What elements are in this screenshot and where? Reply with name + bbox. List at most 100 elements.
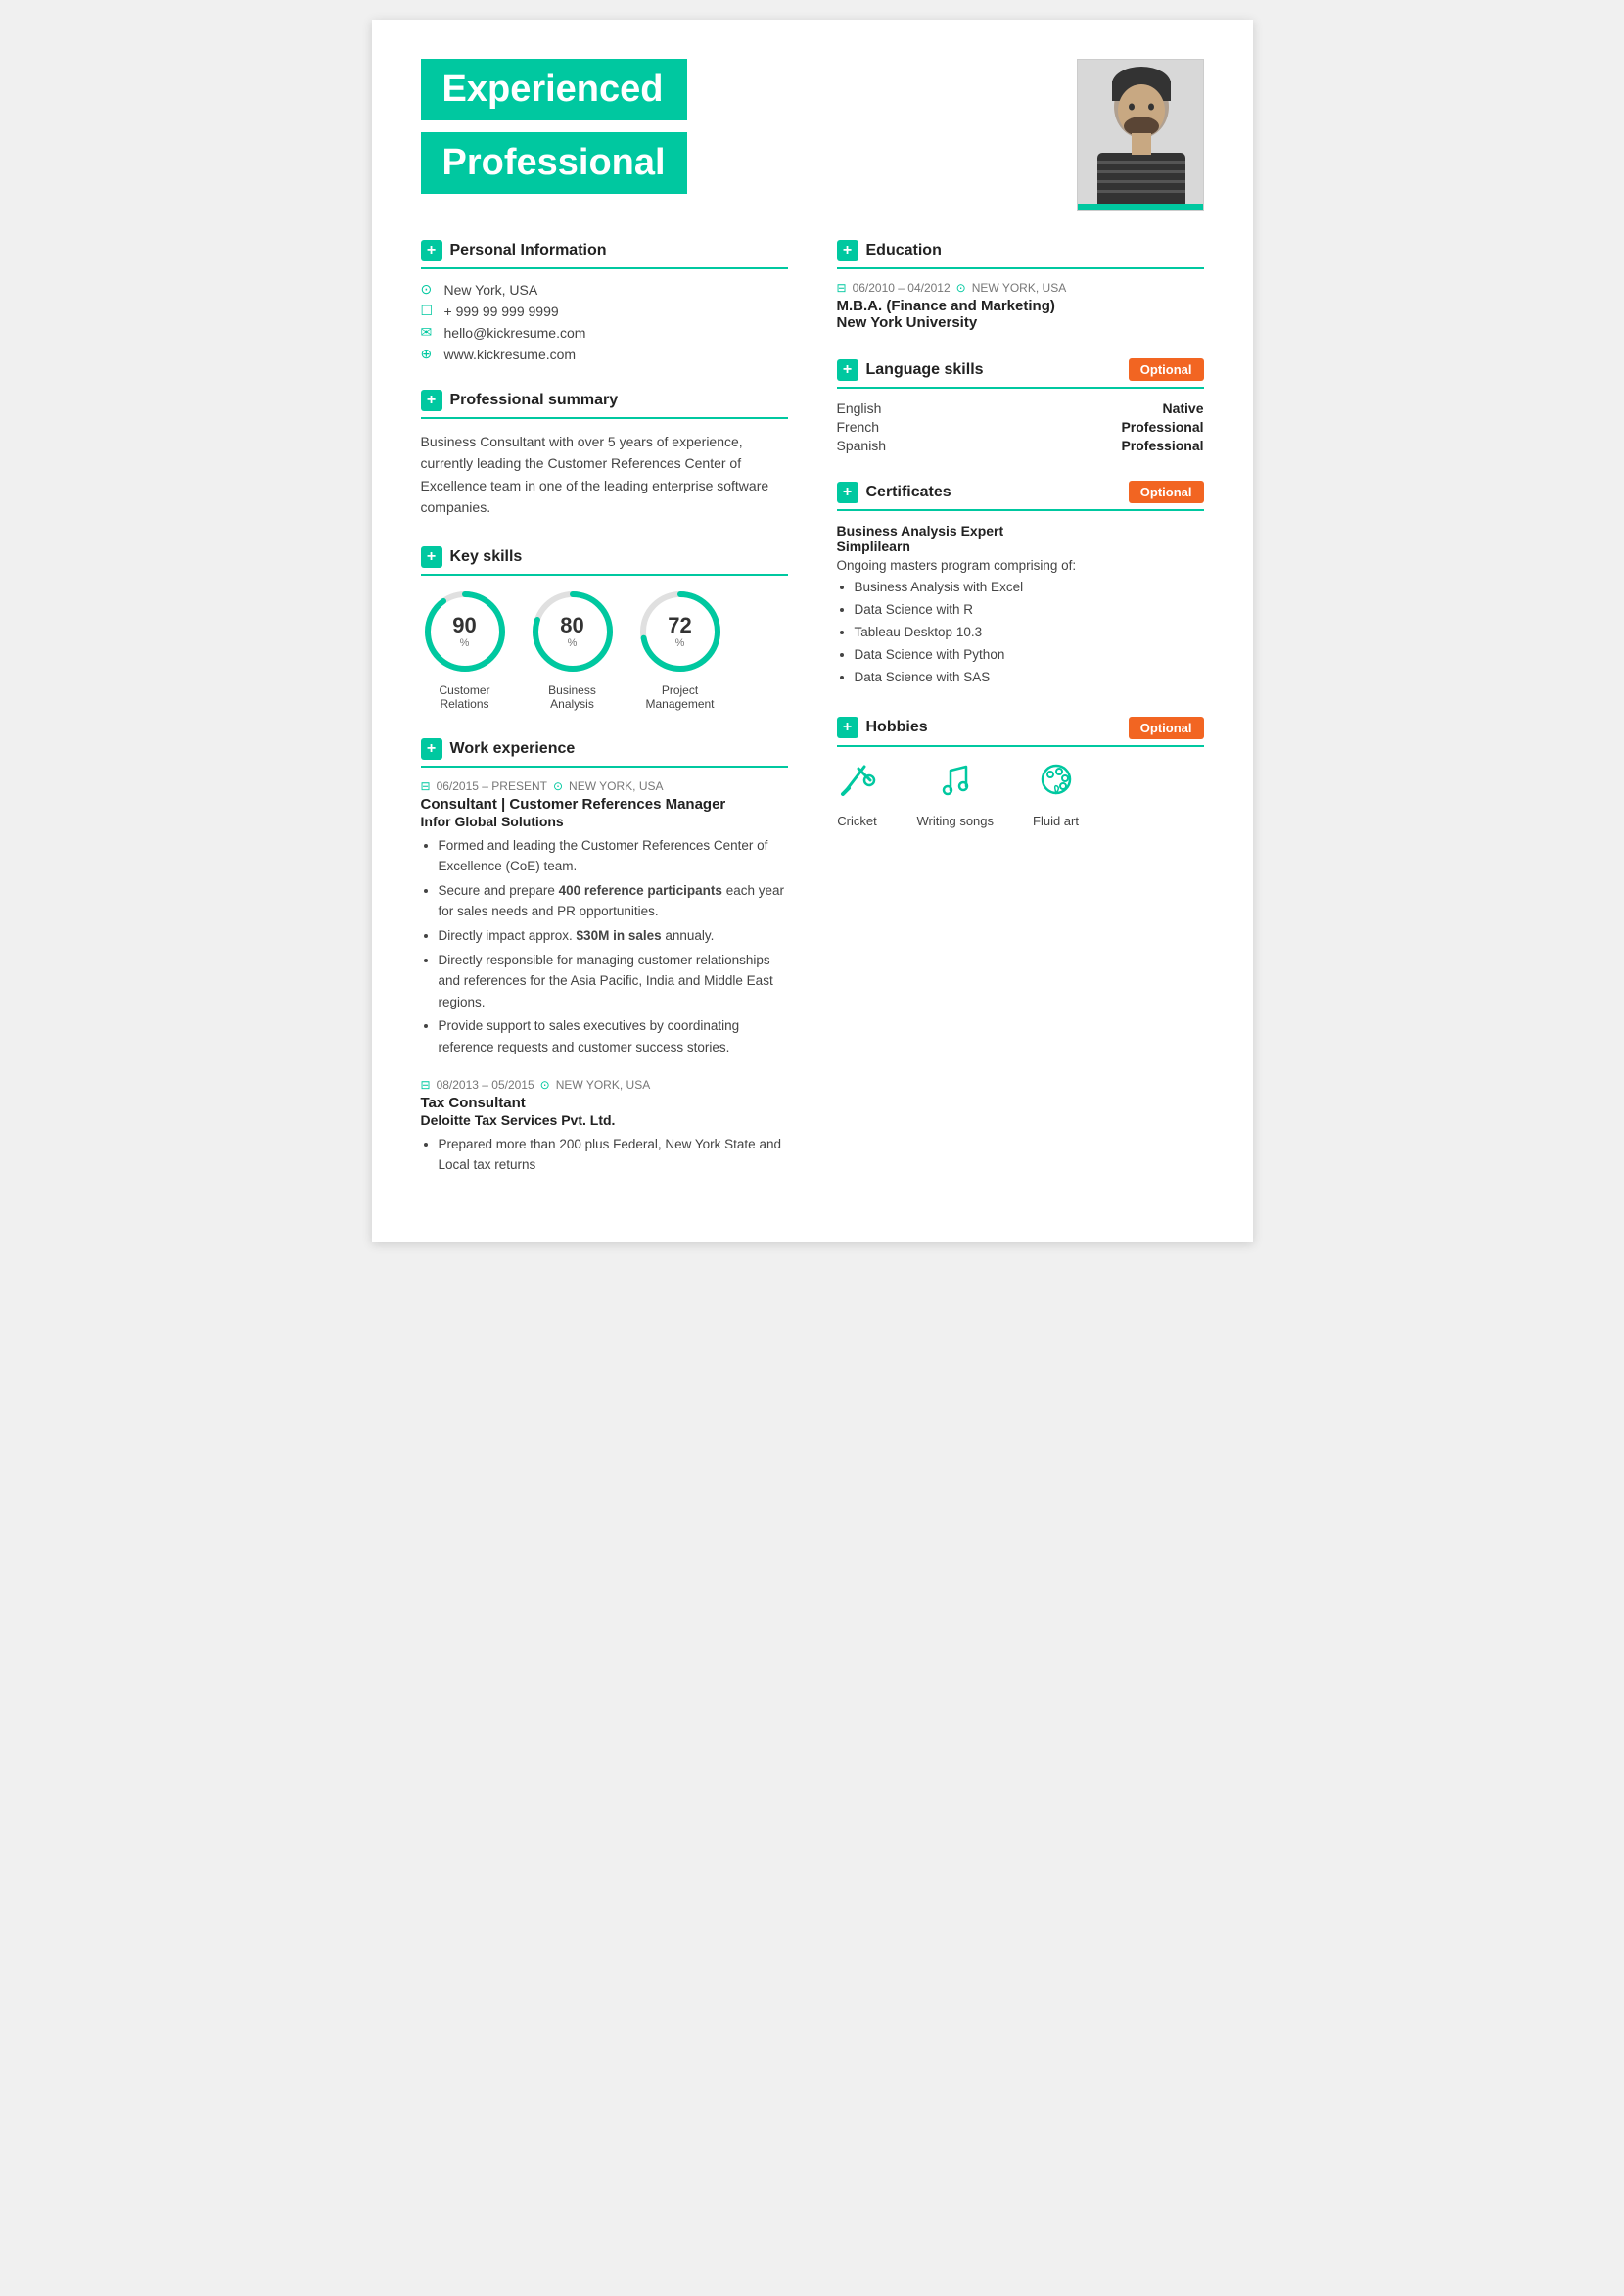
cricket-icon bbox=[837, 759, 878, 806]
job-1-company: Infor Global Solutions bbox=[421, 814, 788, 829]
job-1: ⊟ 06/2015 – PRESENT ⊙ NEW YORK, USA Cons… bbox=[421, 779, 788, 1058]
summary-section: + Professional summary Business Consulta… bbox=[421, 390, 788, 519]
certificates-header-row: + Certificates Optional bbox=[837, 481, 1204, 503]
personal-info-list: ⊙ New York, USA ☐ + 999 99 999 9999 ✉ he… bbox=[421, 281, 788, 362]
bullet-1-2: Secure and prepare 400 reference partici… bbox=[439, 880, 788, 922]
cert-bullet-3: Tableau Desktop 10.3 bbox=[855, 622, 1204, 644]
hobby-cricket: Cricket bbox=[837, 759, 878, 828]
job-1-meta: ⊟ 06/2015 – PRESENT ⊙ NEW YORK, USA bbox=[421, 779, 788, 793]
cert-bullet-4: Data Science with Python bbox=[855, 644, 1204, 667]
hobbies-optional-badge: Optional bbox=[1129, 717, 1204, 739]
bullet-2-1: Prepared more than 200 plus Federal, New… bbox=[439, 1134, 788, 1176]
languages-table: English Native French Professional Spani… bbox=[837, 400, 1204, 453]
skill-item-1: 90 % CustomerRelations bbox=[421, 587, 509, 711]
hobbies-section: + Hobbies Optional bbox=[837, 717, 1204, 828]
edu-meta: ⊟ 06/2010 – 04/2012 ⊙ NEW YORK, USA bbox=[837, 281, 1204, 295]
certificates-header: + Certificates Optional bbox=[837, 481, 1204, 511]
education-title: Education bbox=[866, 242, 942, 259]
job-2-location: NEW YORK, USA bbox=[556, 1078, 650, 1092]
website-icon: ⊕ bbox=[421, 346, 437, 362]
fluid-art-label: Fluid art bbox=[1033, 814, 1079, 828]
bullet-1-1: Formed and leading the Customer Referenc… bbox=[439, 835, 788, 877]
lang-level-2: Professional bbox=[1121, 419, 1203, 435]
phone-text: + 999 99 999 9999 bbox=[444, 304, 559, 319]
phone-item: ☐ + 999 99 999 9999 bbox=[421, 303, 788, 319]
languages-header-row: + Language skills Optional bbox=[837, 358, 1204, 381]
job-1-date: 06/2015 – PRESENT bbox=[437, 779, 547, 793]
skill-label-2: BusinessAnalysis bbox=[548, 683, 596, 711]
edu-location-icon: ⊙ bbox=[956, 281, 966, 295]
education-header: + Education bbox=[837, 240, 1204, 269]
personal-section: + Personal Information ⊙ New York, USA ☐… bbox=[421, 240, 788, 362]
email-text: hello@kickresume.com bbox=[444, 325, 586, 341]
bullet-1-5: Provide support to sales executives by c… bbox=[439, 1015, 788, 1057]
title-line1: Experienced bbox=[442, 69, 664, 110]
languages-header: + Language skills Optional bbox=[837, 358, 1204, 389]
certificates-title: Certificates bbox=[866, 484, 951, 501]
edu-location: NEW YORK, USA bbox=[972, 281, 1066, 295]
title-block-1: Experienced bbox=[421, 59, 687, 120]
skill-value-3: 72 % bbox=[668, 613, 691, 648]
email-item: ✉ hello@kickresume.com bbox=[421, 324, 788, 341]
lang-row-2: French Professional bbox=[837, 419, 1204, 435]
title-line2: Professional bbox=[442, 142, 666, 183]
location-text: New York, USA bbox=[444, 282, 538, 298]
summary-title: Professional summary bbox=[450, 392, 619, 409]
lang-level-1: Native bbox=[1162, 400, 1203, 416]
personal-section-header: + Personal Information bbox=[421, 240, 788, 269]
personal-icon: + bbox=[421, 240, 442, 261]
job-2-bullets: Prepared more than 200 plus Federal, New… bbox=[421, 1134, 788, 1176]
cricket-label: Cricket bbox=[837, 814, 876, 828]
skill-label-1: CustomerRelations bbox=[439, 683, 489, 711]
summary-text: Business Consultant with over 5 years of… bbox=[421, 431, 788, 519]
personal-title: Personal Information bbox=[450, 242, 607, 259]
hobbies-row: Cricket Writing songs bbox=[837, 759, 1204, 828]
job-1-location: NEW YORK, USA bbox=[569, 779, 663, 793]
lang-level-3: Professional bbox=[1121, 438, 1203, 453]
hobby-writing-songs: Writing songs bbox=[917, 759, 995, 828]
title-block-2: Professional bbox=[421, 132, 687, 194]
job-2-company: Deloitte Tax Services Pvt. Ltd. bbox=[421, 1112, 788, 1128]
summary-icon: + bbox=[421, 390, 442, 411]
cert-bullets: Business Analysis with Excel Data Scienc… bbox=[837, 577, 1204, 689]
skill-item-3: 72 % ProjectManagement bbox=[636, 587, 724, 711]
profile-photo bbox=[1077, 59, 1204, 211]
job-1-title: Consultant | Customer References Manager bbox=[421, 796, 788, 813]
languages-icon: + bbox=[837, 359, 858, 381]
writing-songs-label: Writing songs bbox=[917, 814, 995, 828]
skills-title: Key skills bbox=[450, 548, 523, 566]
email-icon: ✉ bbox=[421, 324, 437, 341]
lang-row-1: English Native bbox=[837, 400, 1204, 416]
edu-calendar-icon: ⊟ bbox=[837, 281, 847, 295]
bullet-1-4: Directly responsible for managing custom… bbox=[439, 950, 788, 1013]
left-column: + Personal Information ⊙ New York, USA ☐… bbox=[421, 240, 827, 1203]
job-2: ⊟ 08/2013 – 05/2015 ⊙ NEW YORK, USA Tax … bbox=[421, 1078, 788, 1176]
location-item: ⊙ New York, USA bbox=[421, 281, 788, 298]
website-text: www.kickresume.com bbox=[444, 347, 577, 362]
certificates-section: + Certificates Optional Business Analysi… bbox=[837, 481, 1204, 689]
skill-circle-3: 72 % bbox=[636, 587, 724, 676]
skills-circles: 90 % CustomerRelations bbox=[421, 587, 788, 711]
music-icon bbox=[935, 759, 976, 806]
location-icon-1: ⊙ bbox=[553, 779, 563, 793]
work-title: Work experience bbox=[450, 740, 576, 758]
skill-circle-2: 80 % bbox=[529, 587, 617, 676]
job-1-bullets: Formed and leading the Customer Referenc… bbox=[421, 835, 788, 1058]
lang-name-2: French bbox=[837, 419, 880, 435]
hobbies-title: Hobbies bbox=[866, 719, 928, 736]
right-column: + Education ⊟ 06/2010 – 04/2012 ⊙ NEW YO… bbox=[827, 240, 1204, 1203]
languages-optional-badge: Optional bbox=[1129, 358, 1204, 381]
hobbies-header-row: + Hobbies Optional bbox=[837, 717, 1204, 739]
skills-section: + Key skills 90 % bbox=[421, 546, 788, 711]
cert-bullet-2: Data Science with R bbox=[855, 599, 1204, 622]
job-2-date: 08/2013 – 05/2015 bbox=[437, 1078, 534, 1092]
skill-circle-1: 90 % bbox=[421, 587, 509, 676]
edu-school: New York University bbox=[837, 314, 1204, 331]
skills-header: + Key skills bbox=[421, 546, 788, 576]
calendar-icon-1: ⊟ bbox=[421, 779, 431, 793]
bullet-1-3: Directly impact approx. $30M in sales an… bbox=[439, 925, 788, 947]
certificates-icon: + bbox=[837, 482, 858, 503]
cert-desc: Ongoing masters program comprising of: bbox=[837, 558, 1204, 573]
summary-header: + Professional summary bbox=[421, 390, 788, 419]
skills-icon: + bbox=[421, 546, 442, 568]
